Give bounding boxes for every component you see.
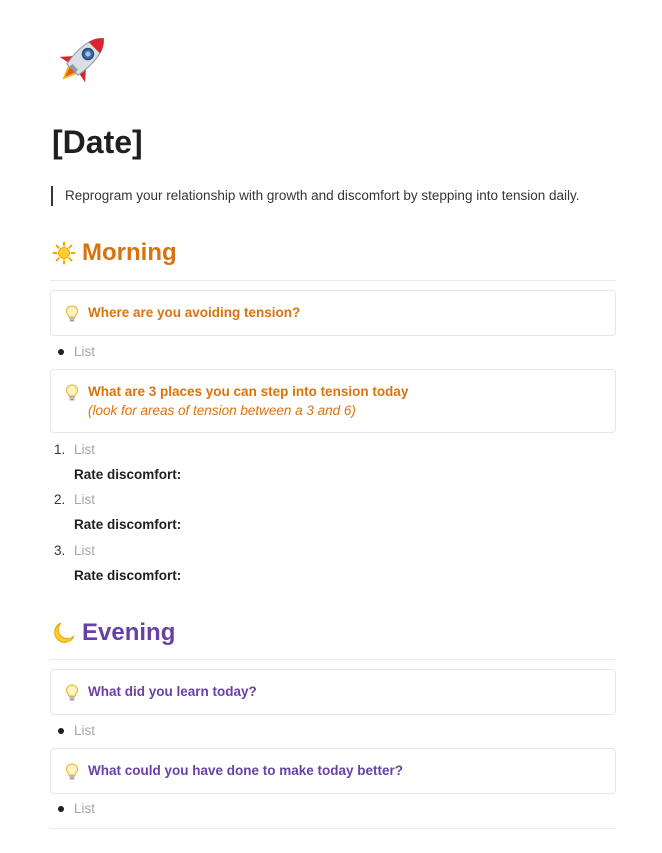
morning-divider <box>50 280 616 281</box>
rate-discomfort-label[interactable]: Rate discomfort: <box>74 515 181 535</box>
list-placeholder: List <box>74 723 96 738</box>
lightbulb-icon <box>65 684 79 701</box>
list-placeholder: List <box>74 442 96 457</box>
callout-make-better[interactable]: What could you have done to make today b… <box>50 748 616 794</box>
callout-subtext: (look for areas of tension between a 3 a… <box>88 403 356 418</box>
bullet-dot <box>58 806 64 812</box>
list-placeholder: List <box>74 543 96 558</box>
evening-divider <box>50 659 616 660</box>
page-quote[interactable]: Reprogram your relationship with growth … <box>51 186 580 206</box>
lightbulb-icon <box>65 305 79 322</box>
lightbulb-icon <box>65 763 79 780</box>
callout-three-places[interactable]: What are 3 places you can step into tens… <box>50 369 616 433</box>
item-number: 2. <box>54 492 66 507</box>
item-number: 3. <box>54 543 66 558</box>
evening-heading[interactable]: Evening <box>52 618 175 648</box>
list-item[interactable]: List <box>52 799 95 819</box>
callout-text: Where are you avoiding tension? <box>88 305 301 320</box>
lightbulb-icon <box>65 384 79 401</box>
callout-text: What could you have done to make today b… <box>88 763 404 778</box>
rate-discomfort-label[interactable]: Rate discomfort: <box>74 566 181 586</box>
bottom-divider <box>50 828 616 829</box>
callout-text: What did you learn today? <box>88 684 257 699</box>
morning-heading-text: Morning <box>82 239 177 266</box>
rate-discomfort-label[interactable]: Rate discomfort: <box>74 465 181 485</box>
evening-heading-text: Evening <box>82 619 176 646</box>
rocket-icon <box>59 37 105 83</box>
moon-icon <box>54 622 75 643</box>
morning-heading[interactable]: Morning <box>52 238 177 268</box>
bullet-dot <box>58 349 64 355</box>
numbered-item-2[interactable]: 2. List <box>54 490 95 510</box>
numbered-item-3[interactable]: 3. List <box>54 541 95 561</box>
list-placeholder: List <box>74 344 96 359</box>
page-title[interactable]: [Date] <box>52 122 143 162</box>
sun-icon <box>52 241 76 265</box>
item-number: 1. <box>54 442 66 457</box>
list-placeholder: List <box>74 492 96 507</box>
callout-text: What are 3 places you can step into tens… <box>88 384 409 399</box>
list-item[interactable]: List <box>52 721 95 741</box>
bullet-dot <box>58 728 64 734</box>
callout-what-learned[interactable]: What did you learn today? <box>50 669 616 715</box>
numbered-item-1[interactable]: 1. List <box>54 440 95 460</box>
list-placeholder: List <box>74 801 96 816</box>
list-item[interactable]: List <box>52 342 95 362</box>
callout-avoiding-tension[interactable]: Where are you avoiding tension? <box>50 290 616 336</box>
